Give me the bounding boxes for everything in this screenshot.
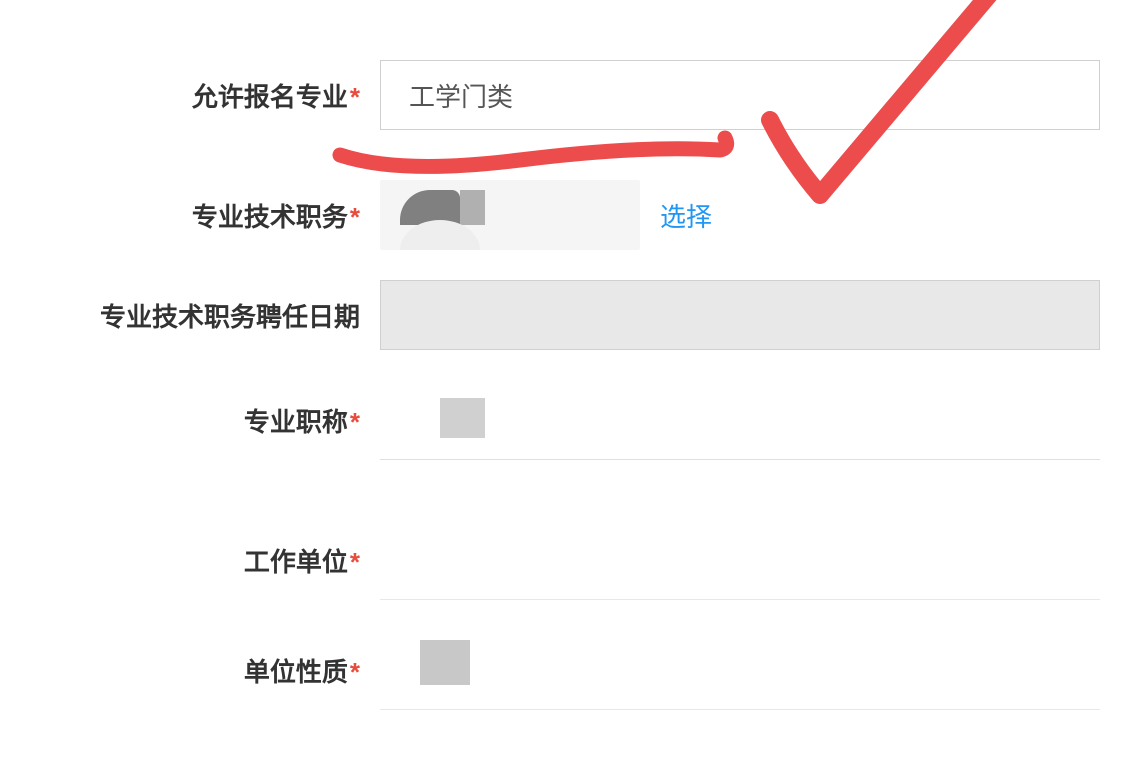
redacted-value [420,640,470,685]
required-mark: * [350,547,360,577]
label-professional-title: 专业职称* [0,402,380,439]
field-professional-title [380,380,1131,460]
label-allowed-major: 允许报名专业* [0,77,380,114]
redacted-value [440,398,485,438]
label-tech-position: 专业技术职务* [0,197,380,234]
label-professional-title-text: 专业职称 [244,407,348,437]
row-tech-position: 专业技术职务* 选择 [0,180,1131,250]
row-appointment-date: 专业技术职务聘任日期 [0,280,1131,350]
label-tech-position-text: 专业技术职务 [192,202,348,232]
row-workplace: 工作单位* [0,520,1131,600]
required-mark: * [350,202,360,232]
required-mark: * [350,407,360,437]
required-mark: * [350,82,360,112]
label-unit-nature-text: 单位性质 [244,657,348,687]
unit-nature-input[interactable] [380,630,1100,710]
professional-title-input[interactable] [380,380,1100,460]
label-unit-nature: 单位性质* [0,652,380,689]
appointment-date-input[interactable] [380,280,1100,350]
row-professional-title: 专业职称* [0,380,1131,460]
field-appointment-date [380,280,1131,350]
required-mark: * [350,657,360,687]
field-unit-nature [380,630,1131,710]
label-appointment-date: 专业技术职务聘任日期 [0,297,380,334]
select-button[interactable]: 选择 [660,197,712,234]
label-workplace-text: 工作单位 [244,547,348,577]
field-allowed-major [380,60,1131,130]
label-allowed-major-text: 允许报名专业 [192,82,348,112]
row-allowed-major: 允许报名专业* [0,60,1131,130]
workplace-input[interactable] [380,520,1100,600]
field-workplace [380,520,1131,600]
label-workplace: 工作单位* [0,542,380,579]
row-unit-nature: 单位性质* [0,630,1131,710]
allowed-major-input[interactable] [380,60,1100,130]
label-appointment-date-text: 专业技术职务聘任日期 [100,302,360,332]
field-tech-position: 选择 [380,180,1131,250]
tech-position-value-redacted [380,180,640,250]
